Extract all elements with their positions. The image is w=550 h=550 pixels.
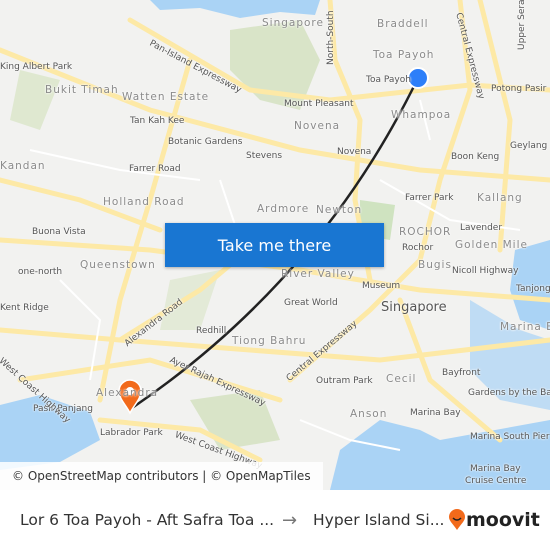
- map-label: Great World: [284, 298, 338, 308]
- map-label: Novena: [294, 120, 341, 132]
- map-label: Bayfront: [442, 368, 481, 378]
- map-label: Singapore: [381, 300, 447, 315]
- map-label: Gardens by the Bay: [468, 388, 550, 398]
- origin-dot-icon: [407, 67, 429, 89]
- map-label: Bukit Timah: [45, 84, 119, 96]
- map-label: Whampoa: [391, 109, 452, 121]
- map-label: Marina East: [500, 321, 550, 333]
- map-label: Marina Bay: [470, 464, 521, 474]
- map-label: Toa Payoh: [366, 75, 411, 85]
- take-me-there-button[interactable]: Take me there: [165, 223, 384, 267]
- map-label: Boon Keng: [451, 152, 500, 162]
- moovit-pin-icon: [449, 509, 465, 530]
- map-label: Kandan: [0, 160, 46, 172]
- map-label: Farrer Park: [405, 193, 454, 203]
- map-label: Watten Estate: [122, 91, 210, 103]
- map-label: Upper Serangoon: [517, 0, 527, 50]
- map-attribution[interactable]: © OpenStreetMap contributors | © OpenMap…: [0, 462, 323, 490]
- map-label: King Albert Park: [0, 62, 73, 72]
- map-label: Labrador Park: [100, 428, 163, 438]
- destination-name: Hyper Island Si...: [313, 511, 445, 529]
- map-label: Potong Pasir: [491, 84, 547, 94]
- map-label: Toa Payoh: [373, 49, 435, 61]
- map-label: Holland Road: [103, 196, 185, 208]
- map-label: Farrer Road: [129, 164, 181, 174]
- map[interactable]: Singapore Braddell Toa Payoh Toa Payoh Pan-I…: [0, 0, 550, 490]
- map-label: Ardmore: [257, 203, 310, 215]
- map-label: Singapore: [262, 17, 324, 29]
- map-label: Cecil: [386, 373, 417, 385]
- map-label: Alexandra: [96, 387, 159, 399]
- map-label: Museum: [362, 281, 401, 291]
- map-label: Golden Mile: [455, 239, 528, 251]
- map-label: Tan Kah Kee: [130, 116, 185, 126]
- map-label: Mount Pleasant: [284, 99, 354, 109]
- map-label: Outram Park: [316, 376, 373, 386]
- map-label: Marina South Pier: [470, 432, 550, 442]
- arrow-right-icon: →: [282, 509, 298, 531]
- map-label: Novena: [337, 147, 372, 157]
- map-label: Anson: [350, 408, 388, 420]
- map-label: ROCHOR: [399, 226, 452, 238]
- map-label: Queenstown: [80, 259, 156, 271]
- map-label: Nicoll Highway: [452, 266, 519, 276]
- map-label: Tiong Bahru: [232, 335, 307, 347]
- map-label: Braddell: [377, 18, 429, 30]
- map-label: Kent Ridge: [0, 303, 49, 313]
- map-label: Rochor: [402, 243, 434, 253]
- map-label: Botanic Gardens: [168, 137, 243, 147]
- map-label: Tanjong: [516, 284, 550, 294]
- map-label: Buona Vista: [32, 227, 86, 237]
- origin-stop-name: Lor 6 Toa Payoh - Aft Safra Toa ...: [20, 511, 275, 529]
- map-label: Lavender: [460, 223, 503, 233]
- route-footer: Lor 6 Toa Payoh - Aft Safra Toa ... → Hy…: [0, 490, 550, 550]
- map-label: North-South: [326, 10, 336, 65]
- map-label: Geylang Bahru: [510, 141, 550, 151]
- map-label: Stevens: [246, 151, 283, 161]
- map-label: Cruise Centre: [465, 476, 527, 486]
- map-label: Redhill: [196, 326, 227, 336]
- map-label: Newton: [316, 204, 363, 216]
- map-label: River Valley: [281, 268, 355, 280]
- moovit-wordmark: moovit: [466, 509, 540, 531]
- map-label: Bugis: [418, 259, 452, 271]
- map-label: Marina Bay: [410, 408, 461, 418]
- map-label: one-north: [18, 267, 63, 277]
- map-label: Kallang: [477, 192, 523, 204]
- moovit-logo: moovit: [448, 509, 540, 531]
